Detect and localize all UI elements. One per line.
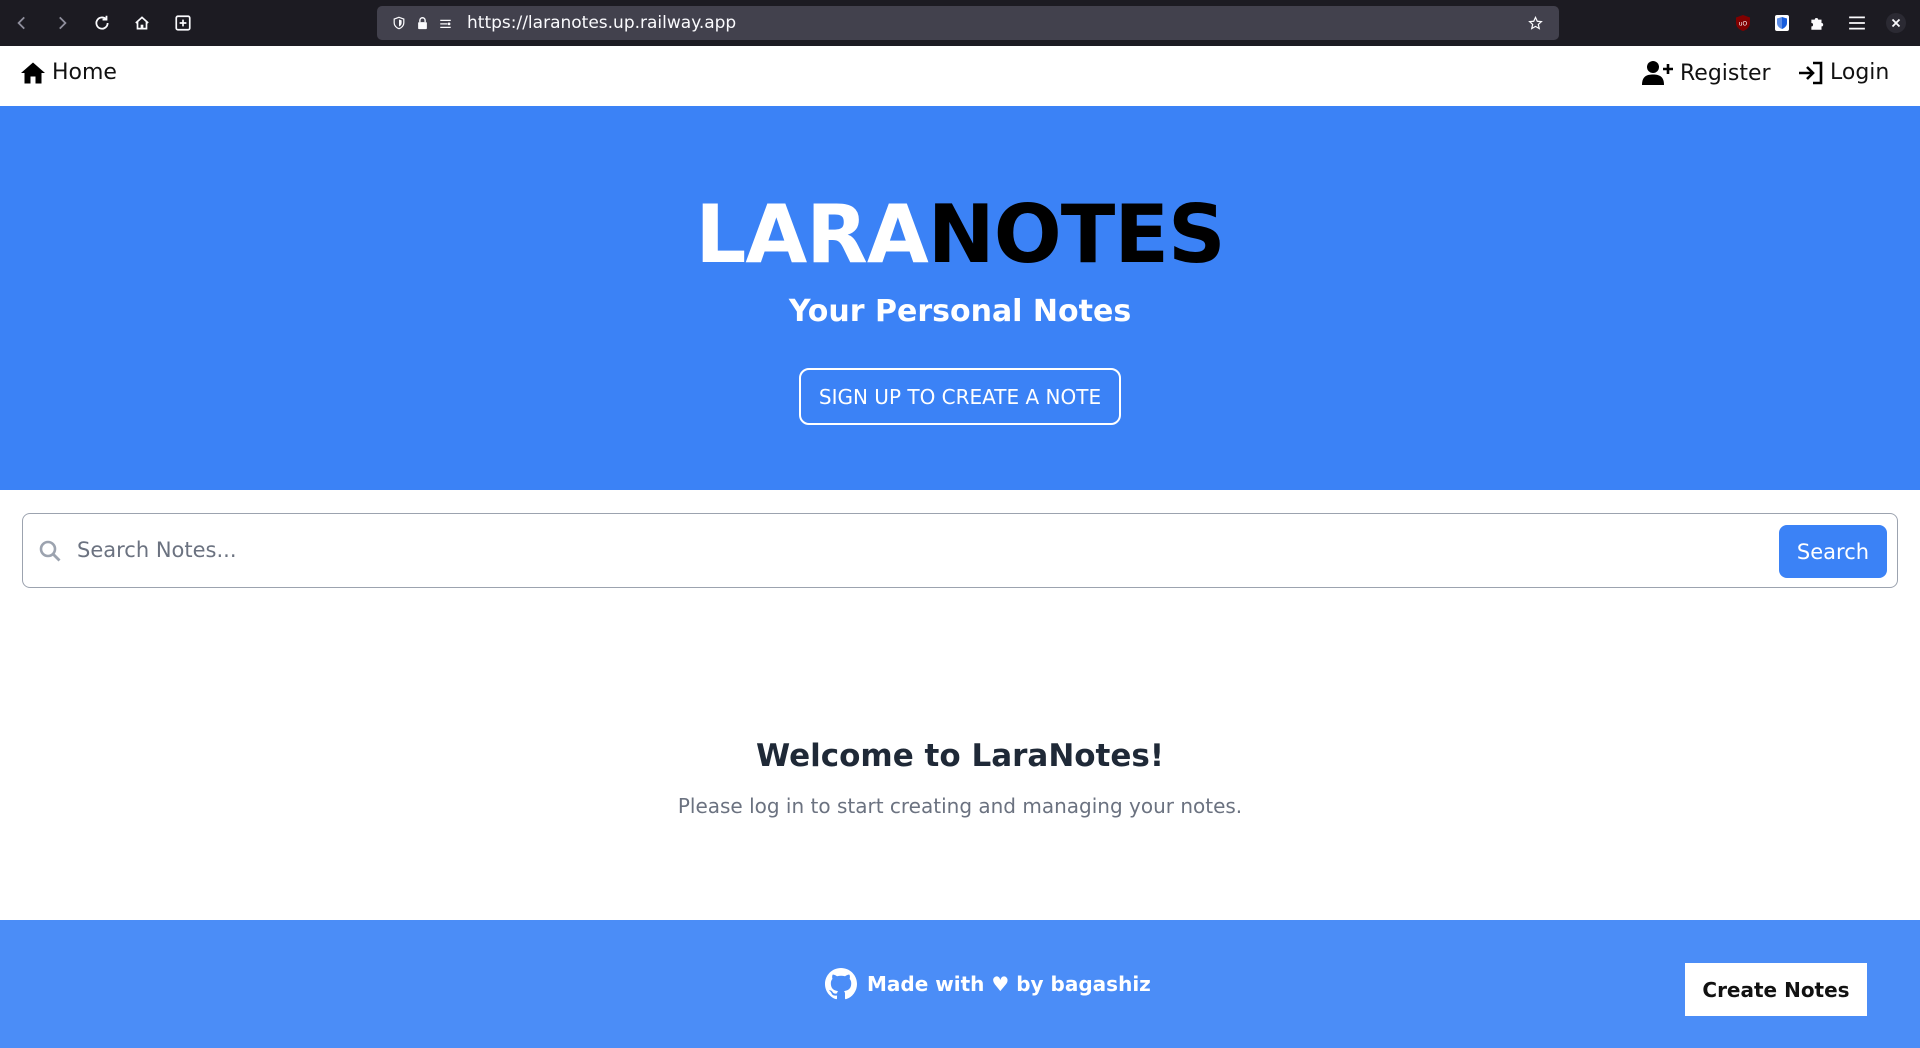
search-input[interactable] (77, 528, 1777, 572)
nav-register-link[interactable]: Register (1642, 60, 1771, 86)
hero-subtitle: Your Personal Notes (788, 294, 1132, 329)
github-icon (825, 968, 857, 1000)
close-window-icon[interactable] (1884, 11, 1908, 35)
welcome-message: Please log in to start creating and mana… (677, 794, 1243, 818)
search-bar: Search (22, 513, 1898, 588)
nav-login-label: Login (1830, 60, 1890, 85)
hero-banner: LARANOTES Your Personal Notes SIGN UP TO… (0, 106, 1920, 490)
home-icon (21, 62, 45, 83)
footer-credit[interactable]: Made with ♥ by bagashiz (825, 968, 1151, 1000)
new-tab-icon[interactable] (169, 9, 197, 37)
signup-cta-button[interactable]: SIGN UP TO CREATE A NOTE (799, 368, 1121, 425)
back-icon[interactable] (8, 9, 36, 37)
site-footer: Made with ♥ by bagashiz Create Notes (0, 920, 1920, 1048)
shield-icon[interactable] (391, 15, 407, 31)
search-button[interactable]: Search (1779, 525, 1887, 578)
address-bar[interactable]: https://laranotes.up.railway.app (377, 6, 1559, 40)
url-text: https://laranotes.up.railway.app (467, 13, 737, 33)
permissions-icon[interactable] (437, 15, 453, 31)
sign-in-icon (1799, 61, 1823, 84)
nav-register-label: Register (1680, 60, 1771, 86)
site-navbar: Home Register Login (0, 46, 1920, 106)
bitwarden-icon[interactable] (1770, 11, 1794, 35)
hero-title-lara: LARA (695, 188, 928, 281)
search-icon (39, 540, 61, 566)
ublock-icon[interactable]: uO (1731, 11, 1755, 35)
bookmark-star-icon[interactable] (1527, 15, 1543, 31)
hero-title: LARANOTES (0, 188, 1920, 281)
reload-icon[interactable] (88, 9, 116, 37)
home-browser-icon[interactable] (128, 9, 156, 37)
footer-credit-text: Made with ♥ by bagashiz (867, 972, 1151, 996)
extensions-puzzle-icon[interactable] (1805, 11, 1829, 35)
svg-text:uO: uO (1739, 21, 1748, 28)
lock-icon[interactable] (414, 15, 430, 31)
forward-icon[interactable] (48, 9, 76, 37)
nav-home-link[interactable]: Home (20, 60, 117, 85)
nav-home-label: Home (52, 60, 117, 85)
user-plus-icon (1642, 61, 1673, 85)
hero-title-notes: NOTES (927, 188, 1226, 281)
welcome-heading: Welcome to LaraNotes! (756, 738, 1164, 774)
nav-login-link[interactable]: Login (1798, 60, 1889, 85)
menu-hamburger-icon[interactable] (1845, 11, 1869, 35)
create-notes-button[interactable]: Create Notes (1685, 963, 1867, 1016)
browser-toolbar: https://laranotes.up.railway.app uO (0, 0, 1920, 46)
